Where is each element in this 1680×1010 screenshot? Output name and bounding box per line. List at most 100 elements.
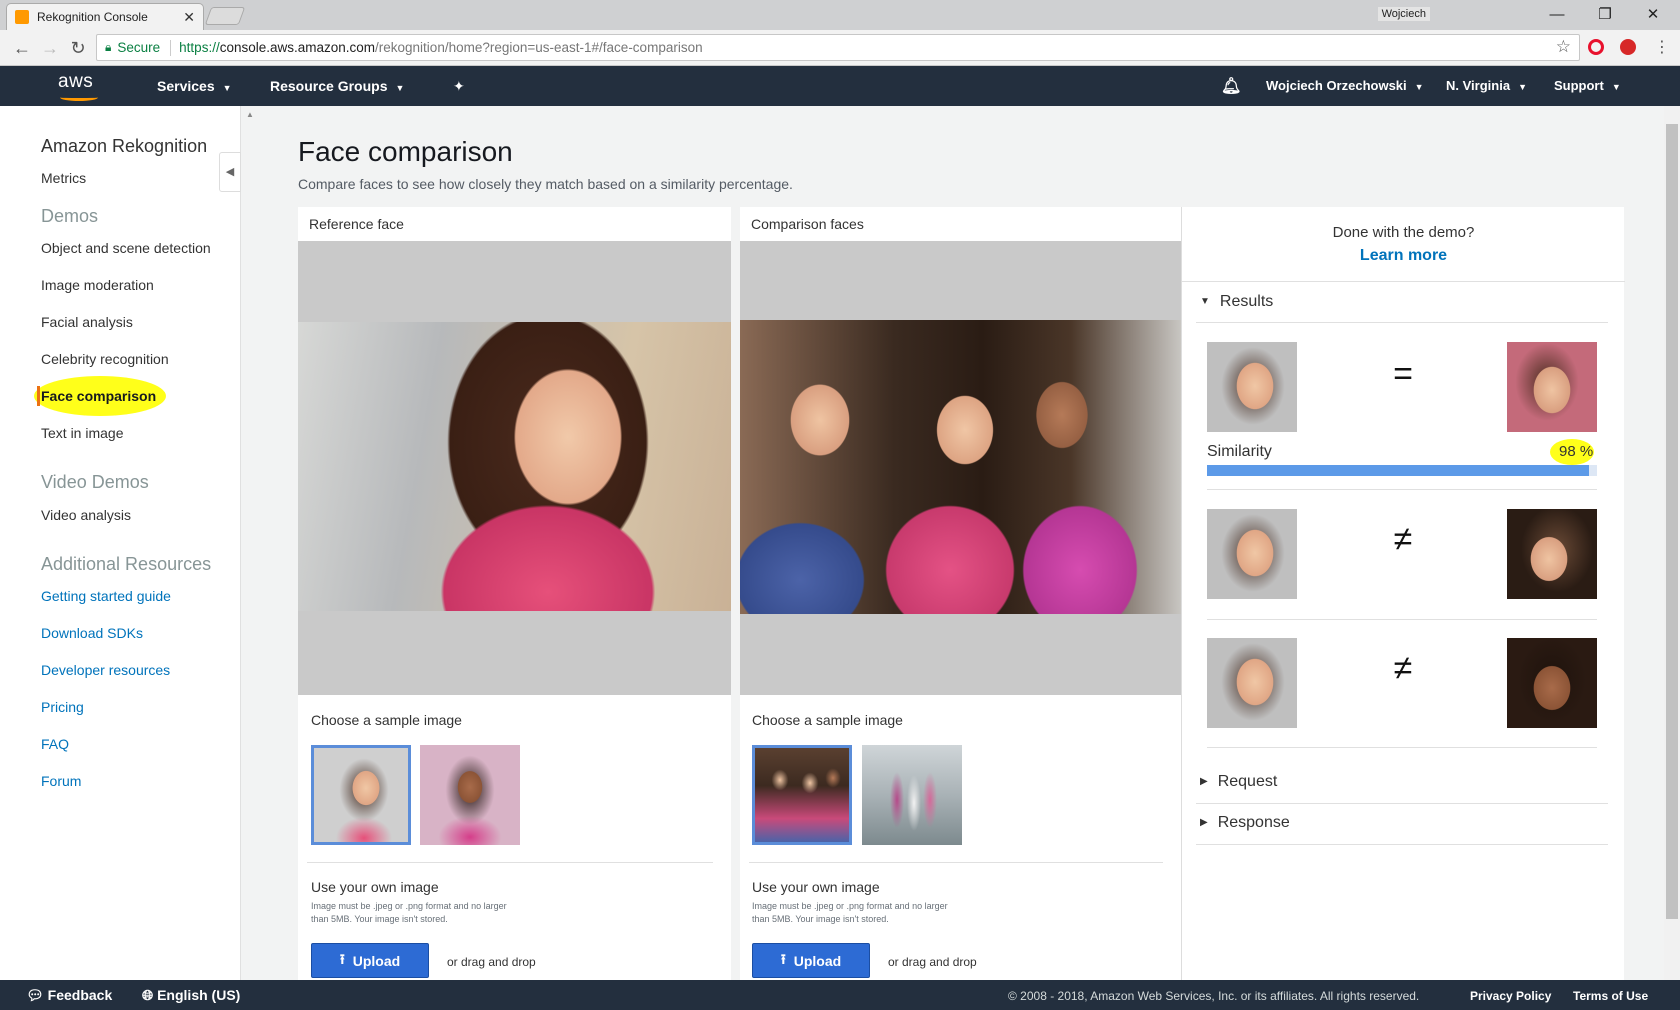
section-divider <box>749 862 1163 863</box>
comparison-faces-label: Comparison faces <box>751 216 864 232</box>
back-icon[interactable]: ← <box>10 36 34 60</box>
sidebar-heading-video-demos: Video Demos <box>41 472 149 492</box>
url-scheme: https:// <box>179 40 220 55</box>
sidebar-item-video-analysis[interactable]: Video analysis <box>41 507 131 523</box>
sidebar-link-forum[interactable]: Forum <box>41 773 81 789</box>
pin-icon[interactable]: ✦ <box>453 78 465 95</box>
tab-close-icon[interactable]: ✕ <box>183 9 195 26</box>
sidebar-item-image-moderation[interactable]: Image moderation <box>41 277 154 293</box>
upload-button[interactable]: ⭱ Upload <box>752 943 870 978</box>
omnibox-separator <box>170 39 172 56</box>
restore-icon[interactable]: ❐ <box>1582 3 1628 27</box>
caret-right-icon: ▶ <box>1200 776 1208 788</box>
aws-top-nav: aws Services ▼ Resource Groups ▼ ✦ 🔔︎ Wojc… <box>0 66 1680 106</box>
comparison-faces-photo <box>740 320 1181 614</box>
sidebar-item-facial-analysis[interactable]: Facial analysis <box>41 314 133 330</box>
globe-icon: 🌐︎ <box>142 987 154 1003</box>
reference-image-frame <box>298 241 731 695</box>
sample-thumbnail[interactable] <box>420 745 520 845</box>
url-input[interactable]: 🔒︎ Secure https:// console.aws.amazon.co… <box>96 34 1580 61</box>
resource-groups-label: Resource Groups <box>270 78 388 94</box>
results-panel: Done with the demo? Learn more ▼ Results … <box>1181 207 1625 980</box>
not-equal-icon: ≠ <box>1393 520 1413 558</box>
section-divider <box>1196 322 1608 323</box>
url-path: /rekognition/home?region=us-east-1#/face… <box>375 40 703 55</box>
sample-thumbnail-selected[interactable] <box>311 745 411 845</box>
terms-of-use-link[interactable]: Terms of Use <box>1573 989 1648 1003</box>
reference-face-crop <box>1207 638 1297 728</box>
drag-drop-text: or drag and drop <box>447 955 536 969</box>
response-heading: Response <box>1217 814 1290 831</box>
scroll-up-icon[interactable]: ▲ <box>246 110 254 119</box>
matched-face-crop <box>1507 342 1597 432</box>
request-toggle[interactable]: ▶ Request <box>1200 773 1277 791</box>
sidebar-link-faq[interactable]: FAQ <box>41 736 69 752</box>
window-user-badge[interactable]: Wojciech <box>1377 7 1430 21</box>
url-host: console.aws.amazon.com <box>219 40 376 55</box>
sidebar-link-pricing[interactable]: Pricing <box>41 699 84 715</box>
sidebar-item-celebrity-recognition[interactable]: Celebrity recognition <box>41 351 169 367</box>
drag-drop-text: or drag and drop <box>888 955 977 969</box>
browser-menu-icon[interactable]: ⋮ <box>1654 37 1670 57</box>
sidebar-item-metrics[interactable]: Metrics <box>41 170 86 186</box>
language-selector[interactable]: 🌐︎ English (US) <box>142 987 240 1004</box>
sidebar-link-getting-started[interactable]: Getting started guide <box>41 588 171 604</box>
section-divider <box>1182 281 1625 282</box>
upload-button-label: Upload <box>352 952 401 969</box>
upload-button[interactable]: ⭱ Upload <box>311 943 429 978</box>
sidebar-title[interactable]: Amazon Rekognition <box>41 136 207 157</box>
sample-thumbnail[interactable] <box>862 745 962 845</box>
aws-favicon-icon <box>15 10 29 24</box>
sidebar-item-text-in-image[interactable]: Text in image <box>41 425 123 441</box>
services-menu[interactable]: Services ▼ <box>157 78 232 94</box>
choose-sample-label: Choose a sample image <box>311 712 462 728</box>
minimize-icon[interactable]: — <box>1534 3 1580 27</box>
response-toggle[interactable]: ▶ Response <box>1200 814 1290 832</box>
feedback-label: Feedback <box>47 987 113 1003</box>
result-divider <box>1207 489 1597 490</box>
close-window-icon[interactable]: ✕ <box>1630 3 1676 27</box>
bookmark-star-icon[interactable]: ☆ <box>1556 37 1571 57</box>
page-scrollbar-thumb[interactable] <box>1666 124 1678 919</box>
feedback-button[interactable]: 💬︎ Feedback <box>26 987 112 1004</box>
browser-tab[interactable]: Rekognition Console ✕ <box>6 3 204 30</box>
aws-logo[interactable]: aws <box>58 71 93 93</box>
similarity-value: 98 % <box>1559 443 1594 460</box>
forward-icon[interactable]: → <box>38 36 62 60</box>
reload-icon[interactable]: ↻ <box>66 36 90 60</box>
chevron-down-icon: ▼ <box>1414 82 1424 92</box>
region-label: N. Virginia <box>1446 78 1511 93</box>
region-menu[interactable]: N. Virginia ▼ <box>1446 78 1527 93</box>
resource-groups-menu[interactable]: Resource Groups ▼ <box>270 78 404 94</box>
support-label: Support <box>1554 78 1604 93</box>
active-item-indicator <box>37 386 40 406</box>
results-toggle[interactable]: ▼ Results <box>1200 293 1273 311</box>
privacy-policy-link[interactable]: Privacy Policy <box>1470 989 1551 1003</box>
sidebar-link-download-sdks[interactable]: Download SDKs <box>41 625 143 641</box>
page-subtitle: Compare faces to see how closely they ma… <box>298 176 793 192</box>
browser-tabstrip: Rekognition Console ✕ Wojciech — ❐ ✕ <box>0 0 1680 30</box>
adblock-extension-icon[interactable] <box>1620 39 1636 55</box>
sidebar-item-object-scene-detection[interactable]: Object and scene detection <box>41 240 211 256</box>
tab-title: Rekognition Console <box>37 10 148 24</box>
own-image-note: Image must be .jpeg or .png format and n… <box>311 901 507 924</box>
learn-more-link[interactable]: Learn more <box>1182 247 1625 265</box>
done-with-demo-text: Done with the demo? <box>1332 224 1475 241</box>
support-menu[interactable]: Support ▼ <box>1554 78 1621 93</box>
opera-extension-icon[interactable] <box>1588 39 1604 55</box>
sidebar: Amazon Rekognition Metrics Demos Object … <box>0 106 241 980</box>
upload-button-label: Upload <box>793 952 842 969</box>
user-menu[interactable]: Wojciech Orzechowski ▼ <box>1266 78 1424 93</box>
sample-thumbnail-selected[interactable] <box>752 745 852 845</box>
bell-icon[interactable]: 🔔︎ <box>1221 76 1241 96</box>
sidebar-item-face-comparison[interactable]: Face comparison <box>41 388 156 404</box>
sidebar-collapse-button[interactable]: ◀ <box>219 152 241 192</box>
upload-icon: ⭱ <box>780 950 786 967</box>
speech-bubble-icon: 💬︎ <box>26 987 44 1003</box>
aws-smile-icon <box>60 94 98 101</box>
address-bar: ← → ↻ 🔒︎ Secure https:// console.aws.ama… <box>0 30 1680 66</box>
sidebar-link-developer-resources[interactable]: Developer resources <box>41 662 170 678</box>
upload-icon: ⭱ <box>339 950 345 967</box>
chevron-down-icon: ▼ <box>395 83 405 93</box>
new-tab-button[interactable] <box>204 7 246 25</box>
